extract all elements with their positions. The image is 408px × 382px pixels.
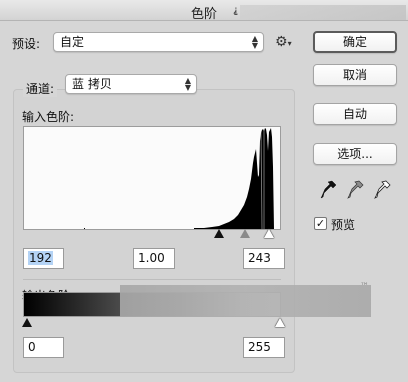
output-black-value: 0 <box>28 340 36 354</box>
ok-button[interactable]: 确定 <box>313 31 397 53</box>
output-white-slider[interactable] <box>275 318 285 327</box>
watermark-tm: ™ <box>360 282 369 292</box>
title-mark: ⸘ <box>233 5 239 16</box>
output-black-field[interactable]: 0 <box>23 337 64 358</box>
preview-label: 预览 <box>331 218 356 232</box>
preset-label: 预设: <box>12 37 41 51</box>
output-white-field[interactable]: 255 <box>243 337 285 358</box>
gray-eyedropper-icon[interactable] <box>347 180 365 200</box>
input-black-value: 192 <box>28 251 53 265</box>
input-black-slider[interactable] <box>214 229 224 238</box>
output-black-slider[interactable] <box>22 318 32 327</box>
black-eyedropper-icon[interactable] <box>320 180 338 200</box>
updown-arrows-icon: ▲ ▼ <box>251 34 258 50</box>
updown-arrows-icon: ▲ ▼ <box>184 76 191 92</box>
channel-label: 通道: <box>23 80 58 97</box>
input-slider[interactable] <box>23 229 281 239</box>
gear-icon[interactable]: ⚙▾ <box>275 34 292 50</box>
options-button[interactable]: 选项... <box>313 143 397 165</box>
divider <box>23 279 281 280</box>
preset-select[interactable]: 自定 ▲ ▼ <box>53 32 264 52</box>
input-levels-label: 输入色阶: <box>22 110 75 124</box>
input-gamma-value: 1.00 <box>138 251 165 265</box>
preset-value: 自定 <box>60 35 85 49</box>
channel-select[interactable]: 蓝 拷贝 ▲ ▼ <box>65 74 197 94</box>
output-slider[interactable] <box>22 318 285 328</box>
input-white-value: 243 <box>248 251 271 265</box>
title-bar: 色阶 ⸘ <box>0 0 408 22</box>
title-watermark <box>240 5 406 20</box>
histogram-graph <box>24 128 274 229</box>
output-white-value: 255 <box>248 340 271 354</box>
white-eyedropper-icon[interactable] <box>374 180 392 200</box>
input-black-field[interactable]: 192 <box>23 248 64 269</box>
watermark-band <box>120 285 371 317</box>
histogram-bars <box>24 128 274 229</box>
histogram <box>23 126 281 230</box>
input-white-field[interactable]: 243 <box>243 248 285 269</box>
input-gray-slider[interactable] <box>240 229 250 238</box>
cancel-button[interactable]: 取消 <box>313 64 397 86</box>
preview-checkbox[interactable]: ✓ <box>314 217 327 230</box>
input-white-slider[interactable] <box>264 229 274 238</box>
input-gamma-field[interactable]: 1.00 <box>133 248 175 269</box>
channel-value: 蓝 拷贝 <box>72 77 112 91</box>
auto-button[interactable]: 自动 <box>313 103 397 125</box>
